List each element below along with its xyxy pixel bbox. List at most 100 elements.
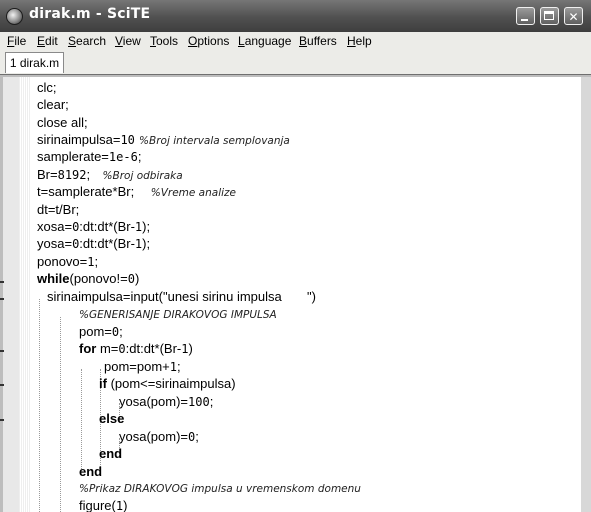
code-text: )	[123, 498, 128, 512]
tab-dirak-m[interactable]: 1 dirak.m	[5, 52, 64, 73]
menu-tools[interactable]: Tools	[150, 34, 178, 48]
menu-file[interactable]: File	[7, 34, 26, 48]
code-text: clc;	[37, 80, 57, 95]
scite-window: dirak.m - SciTE ✕ File Edit Search View …	[0, 0, 591, 512]
code-string: "unesi sirinu impulsa "	[162, 289, 312, 304]
maximize-button[interactable]	[540, 7, 559, 25]
indent-guide	[60, 317, 61, 512]
code-text: :dt:dt*(Br-	[79, 219, 135, 234]
code-text: dt=t/Br;	[37, 202, 80, 217]
code-line: Br=8192; %Broj odbiraka	[37, 166, 183, 183]
code-number: 8192	[57, 168, 87, 182]
code-text: xosa=	[37, 219, 73, 234]
line-number-margin[interactable]	[3, 77, 19, 512]
menu-language[interactable]: Language	[238, 34, 291, 48]
code-number: 10	[120, 133, 135, 147]
fold-toggle-while[interactable]	[0, 281, 4, 283]
code-line: end	[99, 445, 122, 462]
code-comment: %Prikaz DIRAKOVOG impulsa u vremenskom d…	[79, 483, 361, 495]
code-text: :dt:dt*(Br-	[125, 341, 182, 356]
menu-mnemonic: E	[37, 34, 46, 48]
code-text: (pom<=sirinaimpulsa)	[106, 376, 236, 391]
menu-search[interactable]: Search	[68, 34, 106, 48]
code-text: yosa(pom)=	[119, 394, 188, 409]
minimize-icon	[521, 19, 528, 21]
code-text: )	[188, 341, 193, 356]
code-line: xosa=0:dt:dt*(Br-1);	[37, 218, 150, 235]
indent-guide	[39, 299, 40, 512]
vertical-scrollbar[interactable]	[581, 77, 591, 512]
code-text: Br=	[37, 167, 58, 182]
code-text: ;	[137, 149, 142, 164]
menu-mnemonic: F	[7, 34, 15, 48]
fold-margin[interactable]	[0, 77, 30, 512]
code-number: 1	[169, 360, 177, 374]
menu-mnemonic: L	[238, 34, 245, 48]
code-text: );	[142, 236, 151, 251]
code-text: yosa=	[37, 236, 73, 251]
close-button[interactable]: ✕	[564, 7, 583, 25]
code-text: pom=	[79, 324, 112, 339]
code-text: sirinaimpulsa=	[37, 132, 121, 147]
code-text: m=	[96, 341, 119, 356]
code-keyword: end	[79, 464, 103, 479]
code-editor[interactable]: clc; clear; close all; sirinaimpulsa=10 …	[30, 77, 581, 512]
buffer-tab-strip: 1 dirak.m	[0, 51, 591, 74]
code-text: t=samplerate*Br;	[37, 184, 135, 199]
menu-help[interactable]: Help	[347, 34, 372, 48]
code-comment: %Broj odbiraka	[102, 170, 183, 182]
code-line: close all;	[37, 114, 88, 131]
code-line: t=samplerate*Br; %Vreme analize	[37, 183, 236, 200]
code-text: )	[134, 271, 140, 286]
code-line: yosa=0:dt:dt*(Br-1);	[37, 235, 150, 252]
code-line: dt=t/Br;	[37, 201, 79, 218]
code-text: ;	[195, 429, 199, 444]
code-keyword: for	[79, 341, 97, 356]
code-text: (ponovo!=	[69, 271, 128, 286]
code-text: ;	[177, 359, 181, 374]
code-line: pom=pom+1;	[104, 358, 181, 375]
code-text: clear;	[37, 97, 69, 112]
menu-mnemonic: O	[188, 34, 198, 48]
fold-toggle-for[interactable]	[0, 350, 4, 352]
code-line: else	[99, 410, 124, 427]
code-line: %GENERISANJE DIRAKOVOG IMPULSA	[79, 306, 277, 323]
code-line: while(ponovo!=0)	[37, 270, 139, 287]
maximize-icon	[544, 11, 554, 20]
code-keyword: while	[37, 271, 70, 286]
code-line: samplerate=1e-6;	[37, 148, 141, 165]
code-keyword: end	[99, 446, 123, 461]
code-text: pom=pom+	[104, 359, 170, 374]
menu-edit[interactable]: Edit	[37, 34, 58, 48]
code-text: figure(	[79, 498, 116, 512]
close-icon: ✕	[568, 10, 579, 24]
code-line: for m=0:dt:dt*(Br-1)	[79, 340, 193, 357]
fold-toggle-else[interactable]	[0, 419, 4, 421]
fold-toggle-input[interactable]	[0, 298, 4, 300]
code-keyword: if	[99, 376, 107, 391]
code-line: if (pom<=sirinaimpulsa)	[99, 375, 236, 392]
code-line: end	[79, 463, 102, 480]
code-text: samplerate=	[37, 149, 109, 164]
fold-toggle-if[interactable]	[0, 384, 4, 386]
minimize-button[interactable]	[516, 7, 535, 25]
code-line: %Prikaz DIRAKOVOG impulsa u vremenskom d…	[79, 480, 361, 497]
code-line: ponovo=1;	[37, 253, 98, 270]
code-comment: %GENERISANJE DIRAKOVOG IMPULSA	[79, 309, 277, 321]
menu-view[interactable]: View	[115, 34, 141, 48]
menu-bar: File Edit Search View Tools Options Lang…	[0, 32, 591, 51]
code-number: 100	[188, 395, 210, 409]
code-text: ;	[119, 324, 123, 339]
code-line: sirinaimpulsa=input("unesi sirinu impuls…	[47, 288, 316, 305]
code-number: 1	[115, 499, 124, 512]
menu-mnemonic: S	[68, 34, 77, 48]
menu-mnemonic: H	[347, 34, 356, 48]
title-bar[interactable]: dirak.m - SciTE ✕	[0, 0, 591, 32]
menu-buffers[interactable]: Buffers	[299, 34, 337, 48]
code-text: ;	[94, 254, 99, 269]
code-text: ponovo=	[37, 254, 88, 269]
menu-options[interactable]: Options	[188, 34, 229, 48]
scite-app-icon[interactable]	[6, 8, 23, 25]
menu-mnemonic: V	[115, 34, 123, 48]
code-line: clear;	[37, 96, 69, 113]
